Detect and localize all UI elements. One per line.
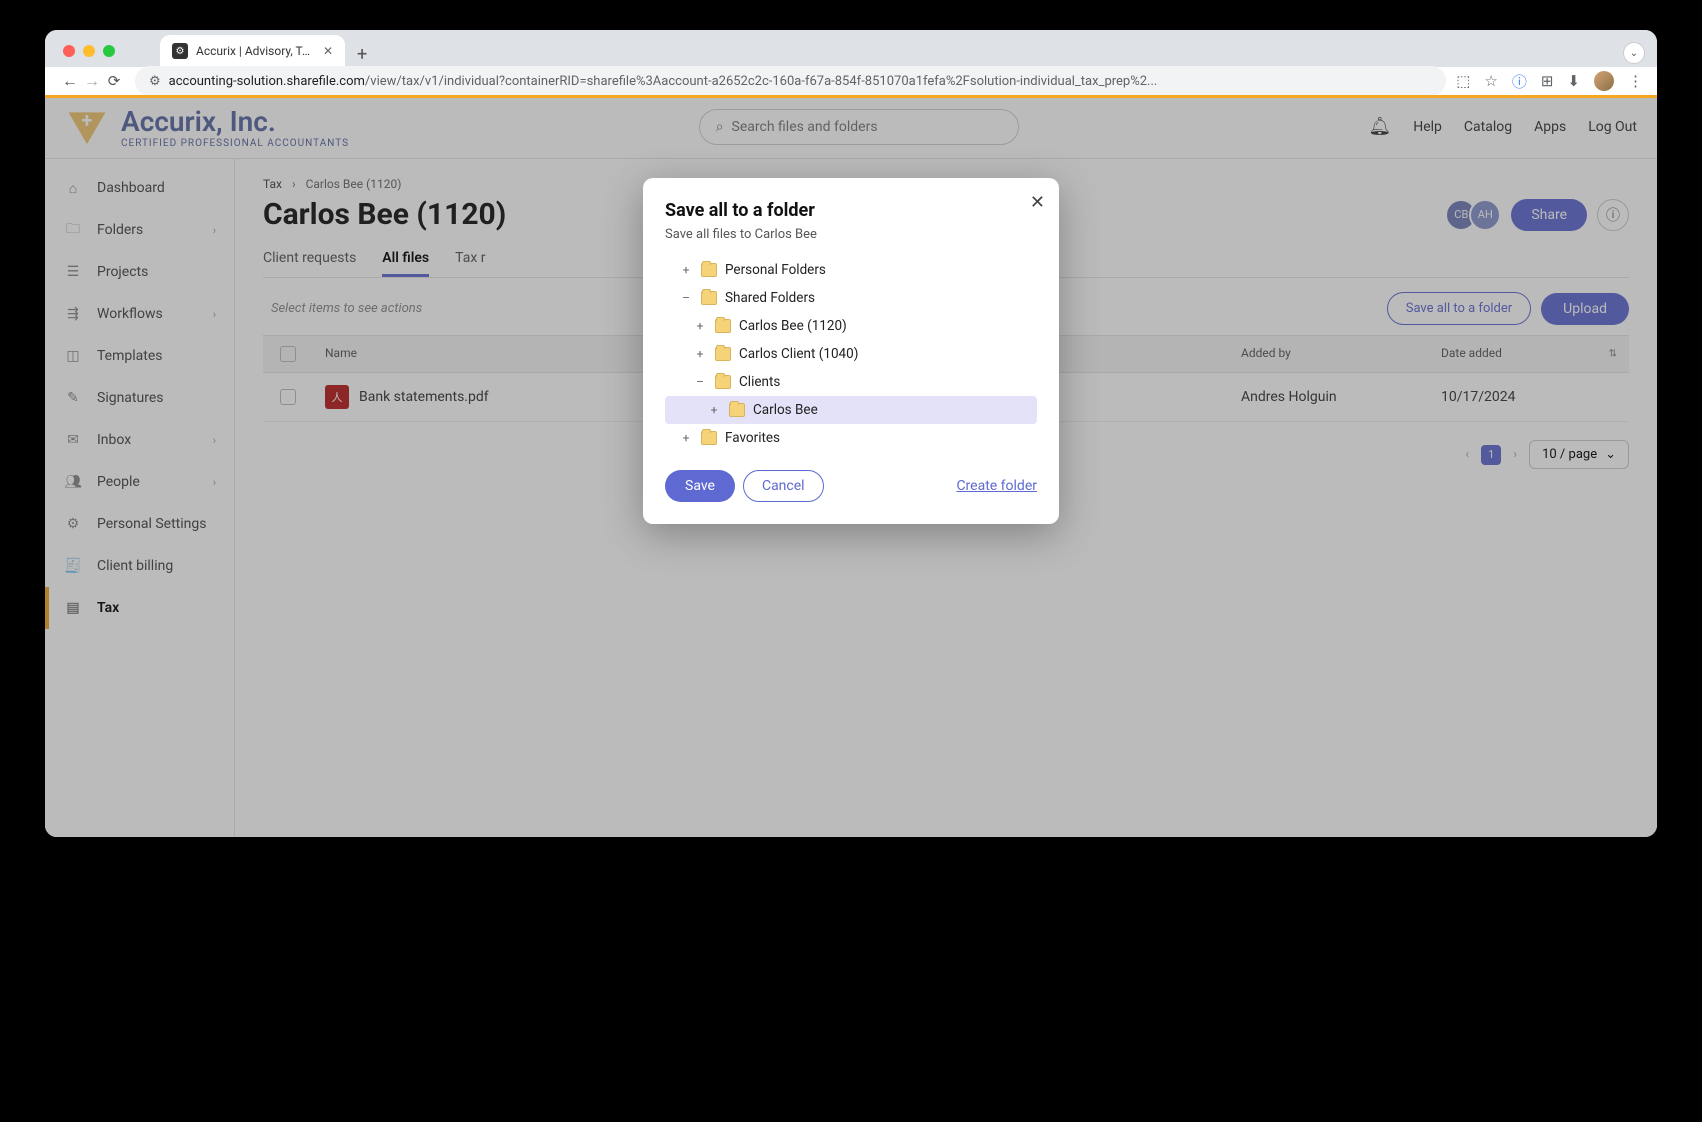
- window-maximize-icon[interactable]: [103, 45, 115, 57]
- expand-icon[interactable]: +: [707, 403, 721, 417]
- folder-icon: [701, 431, 717, 445]
- extensions-icon[interactable]: ⊞: [1541, 72, 1554, 90]
- tab-favicon-icon: ⚙: [172, 43, 188, 59]
- folder-icon: [729, 403, 745, 417]
- expand-icon[interactable]: +: [679, 263, 693, 277]
- install-app-icon[interactable]: ⬚: [1456, 72, 1470, 90]
- browser-menu-icon[interactable]: ⋮: [1628, 72, 1643, 90]
- new-tab-button[interactable]: +: [357, 44, 367, 65]
- downloads-icon[interactable]: ⬇: [1567, 72, 1580, 90]
- profile-avatar-icon[interactable]: [1594, 71, 1614, 91]
- modal-title: Save all to a folder: [665, 200, 1037, 221]
- browser-tab[interactable]: ⚙ Accurix | Advisory, Tax, and A ✕: [160, 35, 345, 67]
- modal-save-button[interactable]: Save: [665, 470, 735, 502]
- tree-item-clients[interactable]: –Clients: [665, 368, 1037, 396]
- window-close-icon[interactable]: [63, 45, 75, 57]
- expand-icon[interactable]: +: [693, 319, 707, 333]
- modal-close-button[interactable]: ✕: [1030, 192, 1045, 213]
- folder-icon: [715, 319, 731, 333]
- tree-item-favorites[interactable]: +Favorites: [665, 424, 1037, 452]
- folder-icon: [701, 291, 717, 305]
- tree-item-personal-folders[interactable]: +Personal Folders: [665, 256, 1037, 284]
- modal-overlay[interactable]: ✕ Save all to a folder Save all files to…: [45, 98, 1657, 837]
- window-minimize-icon[interactable]: [83, 45, 95, 57]
- tree-item-carlos-bee-1120[interactable]: +Carlos Bee (1120): [665, 312, 1037, 340]
- tabs-overflow-icon[interactable]: ⌄: [1623, 42, 1645, 64]
- tab-title: Accurix | Advisory, Tax, and A: [196, 44, 315, 58]
- folder-tree: +Personal Folders –Shared Folders +Carlo…: [665, 256, 1037, 452]
- url-host: accounting-solution.sharefile.com: [169, 74, 365, 89]
- collapse-icon[interactable]: –: [679, 291, 693, 305]
- tree-item-shared-folders[interactable]: –Shared Folders: [665, 284, 1037, 312]
- tab-close-icon[interactable]: ✕: [323, 44, 333, 58]
- site-settings-icon[interactable]: ⚙: [149, 74, 161, 89]
- modal-cancel-button[interactable]: Cancel: [743, 470, 824, 502]
- browser-chrome: ⚙ Accurix | Advisory, Tax, and A ✕ + ⌄ ←…: [45, 30, 1657, 95]
- create-folder-link[interactable]: Create folder: [956, 478, 1037, 494]
- url-path: /view/tax/v1/individual?containerRID=sha…: [365, 74, 1157, 89]
- expand-icon[interactable]: +: [693, 347, 707, 361]
- tree-item-carlos-bee[interactable]: +Carlos Bee: [665, 396, 1037, 424]
- bookmark-icon[interactable]: ☆: [1484, 72, 1497, 90]
- info-icon[interactable]: ⓘ: [1512, 71, 1527, 92]
- browser-back-button[interactable]: ←: [59, 71, 81, 91]
- folder-icon: [715, 375, 731, 389]
- save-folder-modal: ✕ Save all to a folder Save all files to…: [643, 178, 1059, 524]
- address-bar[interactable]: ⚙ accounting-solution.sharefile.com/view…: [135, 66, 1446, 96]
- browser-forward-button[interactable]: →: [81, 71, 103, 91]
- tree-item-carlos-client-1040[interactable]: +Carlos Client (1040): [665, 340, 1037, 368]
- browser-reload-button[interactable]: ⟳: [103, 72, 125, 90]
- collapse-icon[interactable]: –: [693, 375, 707, 389]
- expand-icon[interactable]: +: [679, 431, 693, 445]
- folder-icon: [701, 263, 717, 277]
- folder-icon: [715, 347, 731, 361]
- modal-subtitle: Save all files to Carlos Bee: [665, 227, 1037, 242]
